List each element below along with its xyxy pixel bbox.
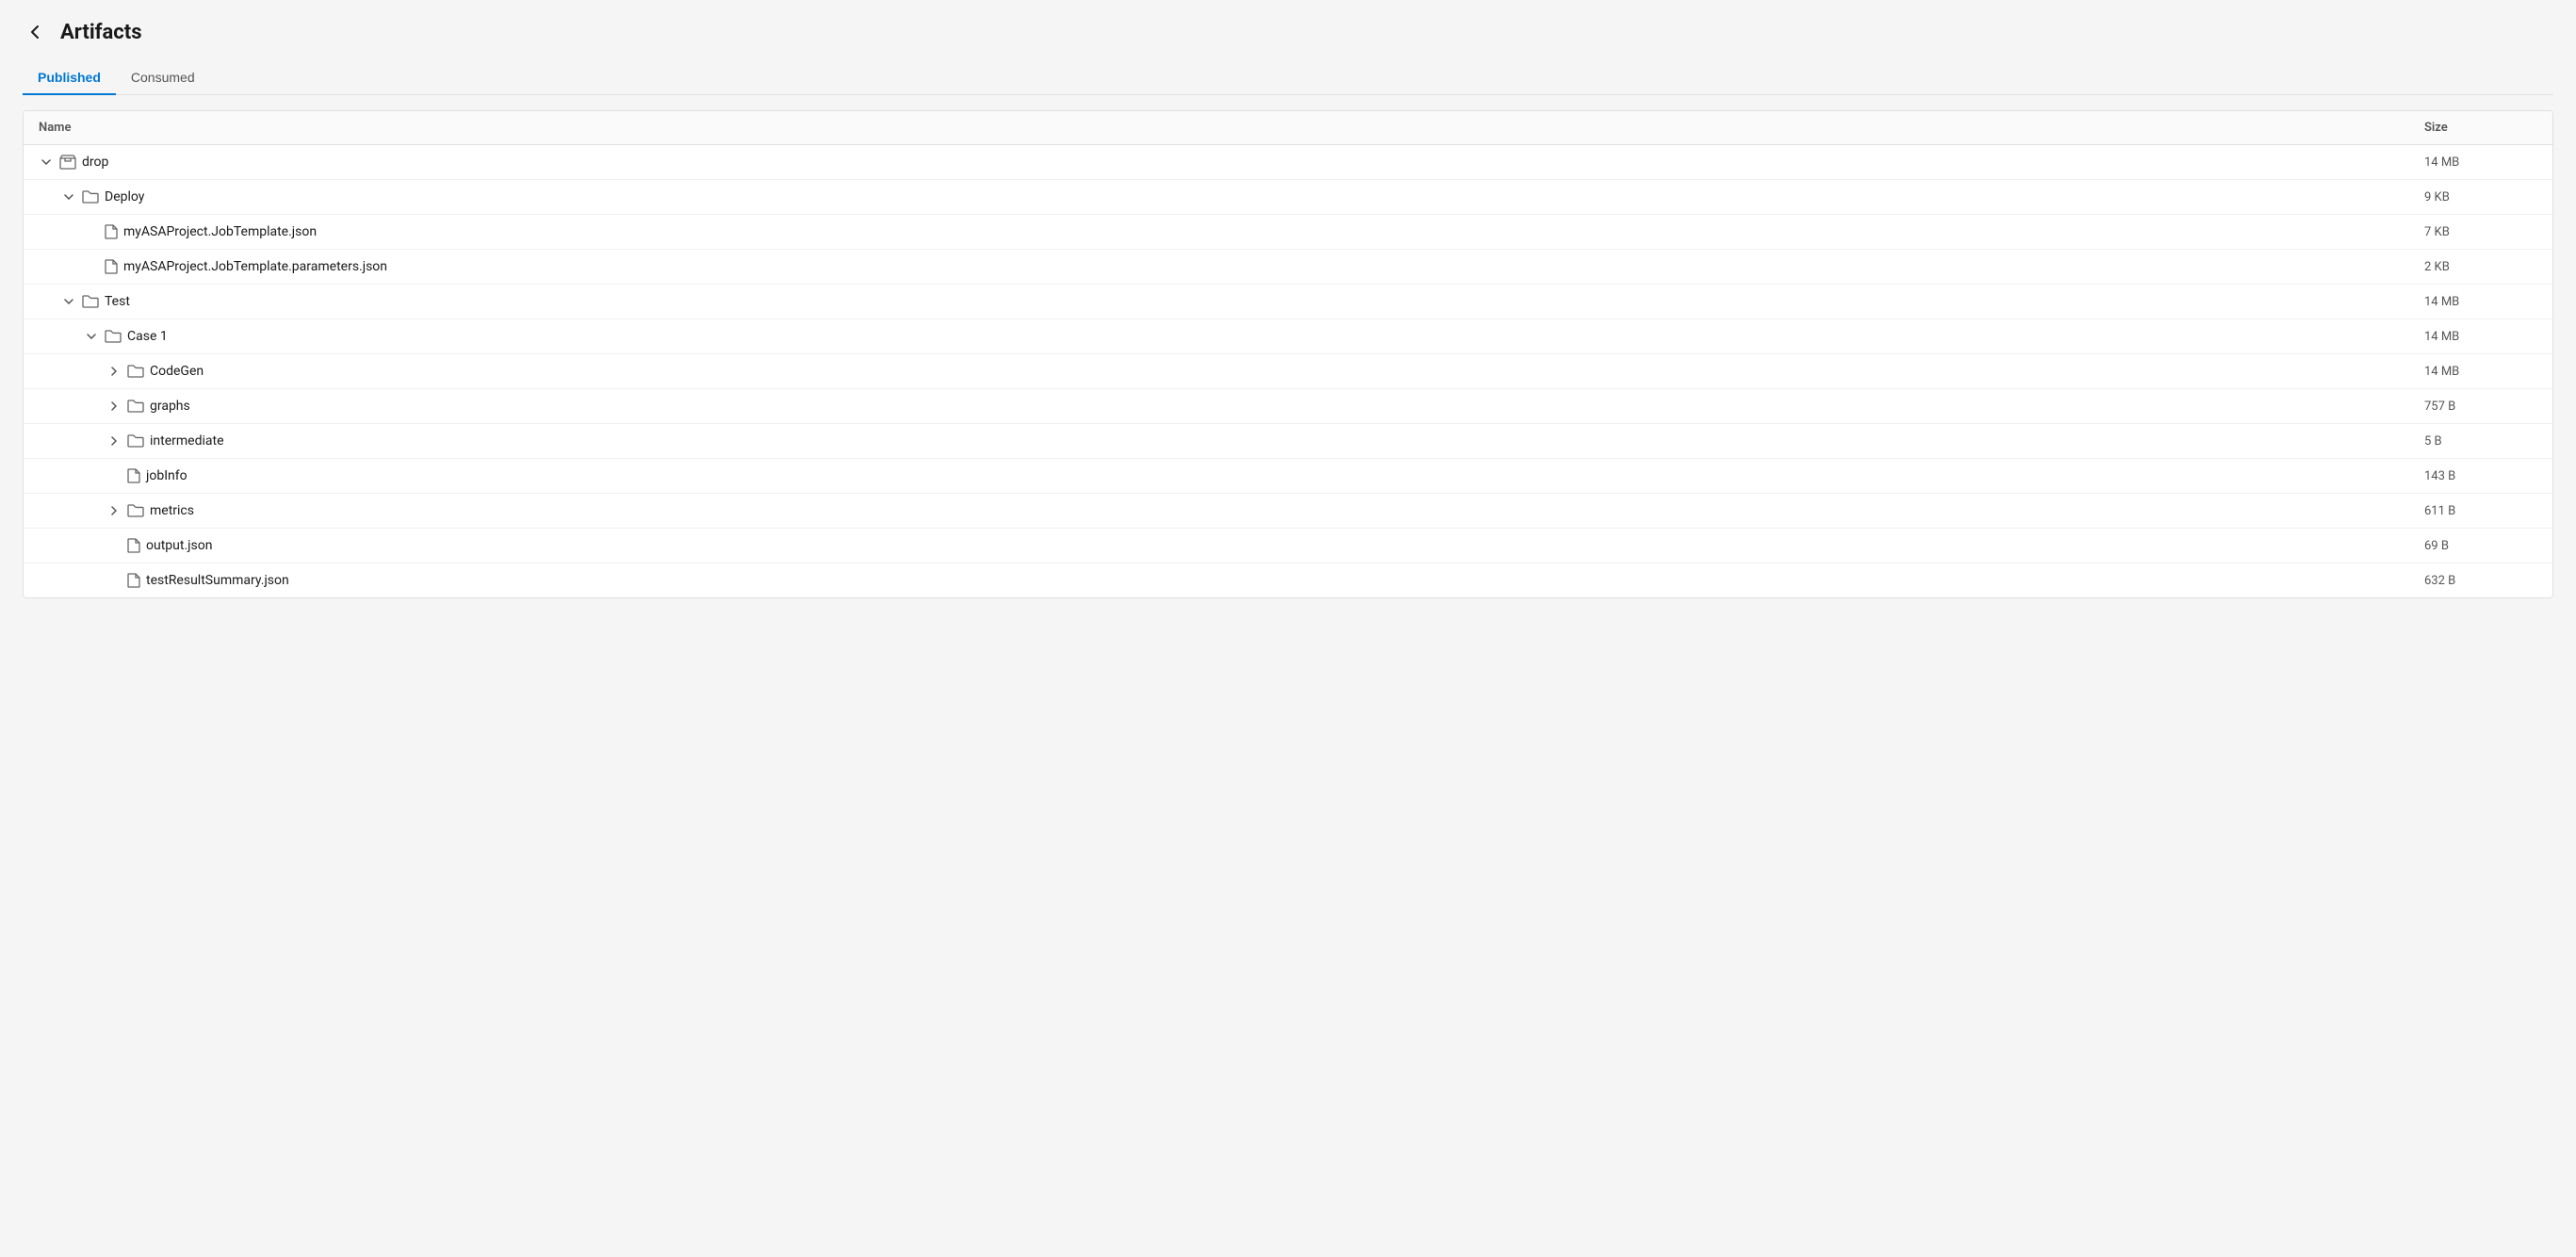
artifacts-table: Name Size drop 14 MB Deploy (23, 110, 2553, 598)
item-label: myASAProject.JobTemplate.parameters.json (123, 259, 387, 274)
row-size-cell: 14 MB (2424, 155, 2537, 170)
tabs-container: Published Consumed (23, 60, 2553, 95)
chevron-down-icon[interactable] (84, 329, 99, 344)
file-icon (127, 538, 140, 553)
page-title: Artifacts (60, 21, 142, 44)
tab-consumed[interactable]: Consumed (116, 60, 210, 94)
item-label: Deploy (105, 189, 144, 204)
page-container: Artifacts Published Consumed Name Size d… (0, 0, 2576, 1257)
col-size-header: Size (2424, 121, 2537, 135)
row-size-cell: 14 MB (2424, 330, 2537, 344)
folder-icon (127, 399, 144, 414)
row-name-cell: jobInfo (39, 468, 2424, 483)
row-size-cell: 2 KB (2424, 260, 2537, 274)
chevron-placeholder (84, 259, 99, 274)
tree-row[interactable]: metrics 611 B (24, 494, 2552, 529)
tree-row: jobInfo 143 B (24, 459, 2552, 494)
row-name-cell: Test (39, 294, 2424, 309)
row-size-cell: 632 B (2424, 574, 2537, 588)
row-name-cell: metrics (39, 503, 2424, 518)
archive-icon (59, 155, 76, 170)
tree-row: testResultSummary.json 632 B (24, 563, 2552, 597)
tree-row[interactable]: Case 1 14 MB (24, 319, 2552, 354)
tree-row[interactable]: drop 14 MB (24, 145, 2552, 180)
file-icon (127, 573, 140, 588)
item-label: myASAProject.JobTemplate.json (123, 224, 317, 239)
row-size-cell: 611 B (2424, 504, 2537, 518)
tree-row[interactable]: graphs 757 B (24, 389, 2552, 424)
folder-icon (105, 329, 122, 344)
chevron-right-icon[interactable] (106, 364, 122, 379)
row-size-cell: 757 B (2424, 400, 2537, 414)
item-label: jobInfo (146, 468, 187, 483)
row-name-cell: Case 1 (39, 329, 2424, 344)
row-name-cell: Deploy (39, 189, 2424, 204)
item-label: intermediate (150, 433, 224, 449)
item-label: graphs (150, 399, 190, 414)
chevron-placeholder (106, 538, 122, 553)
folder-icon (82, 294, 99, 309)
item-label: Test (105, 294, 130, 309)
tree-row: myASAProject.JobTemplate.json 7 KB (24, 215, 2552, 250)
folder-icon (82, 189, 99, 204)
chevron-placeholder (84, 224, 99, 239)
row-size-cell: 69 B (2424, 539, 2537, 553)
file-icon (105, 224, 118, 239)
tree-row[interactable]: CodeGen 14 MB (24, 354, 2552, 389)
item-label: CodeGen (150, 364, 204, 379)
tree-row: output.json 69 B (24, 529, 2552, 563)
row-name-cell: output.json (39, 538, 2424, 553)
chevron-placeholder (106, 468, 122, 483)
row-size-cell: 14 MB (2424, 365, 2537, 379)
row-name-cell: intermediate (39, 433, 2424, 449)
row-name-cell: testResultSummary.json (39, 573, 2424, 588)
row-size-cell: 7 KB (2424, 225, 2537, 239)
item-label: drop (82, 155, 108, 170)
chevron-down-icon[interactable] (61, 189, 76, 204)
table-header: Name Size (24, 111, 2552, 145)
file-icon (105, 259, 118, 274)
chevron-placeholder (106, 573, 122, 588)
file-icon (127, 468, 140, 483)
chevron-right-icon[interactable] (106, 433, 122, 449)
row-name-cell: CodeGen (39, 364, 2424, 379)
tree-body: drop 14 MB Deploy 9 KB myASAProject.JobT… (24, 145, 2552, 597)
row-size-cell: 14 MB (2424, 295, 2537, 309)
item-label: metrics (150, 503, 194, 518)
tree-row[interactable]: intermediate 5 B (24, 424, 2552, 459)
back-button[interactable] (23, 19, 49, 45)
row-name-cell: drop (39, 155, 2424, 170)
chevron-right-icon[interactable] (106, 503, 122, 518)
tree-row: myASAProject.JobTemplate.parameters.json… (24, 250, 2552, 285)
item-label: testResultSummary.json (146, 573, 289, 588)
row-size-cell: 143 B (2424, 469, 2537, 483)
chevron-down-icon[interactable] (61, 294, 76, 309)
chevron-right-icon[interactable] (106, 399, 122, 414)
page-header: Artifacts (23, 19, 2553, 45)
item-label: output.json (146, 538, 212, 553)
item-label: Case 1 (127, 329, 168, 344)
folder-icon (127, 503, 144, 518)
col-name-header: Name (39, 121, 2424, 135)
row-name-cell: graphs (39, 399, 2424, 414)
folder-icon (127, 433, 144, 449)
chevron-down-icon[interactable] (39, 155, 54, 170)
tab-published[interactable]: Published (23, 60, 116, 94)
folder-icon (127, 364, 144, 379)
tree-row[interactable]: Deploy 9 KB (24, 180, 2552, 215)
row-size-cell: 9 KB (2424, 190, 2537, 204)
row-name-cell: myASAProject.JobTemplate.parameters.json (39, 259, 2424, 274)
tree-row[interactable]: Test 14 MB (24, 285, 2552, 319)
row-name-cell: myASAProject.JobTemplate.json (39, 224, 2424, 239)
row-size-cell: 5 B (2424, 434, 2537, 449)
